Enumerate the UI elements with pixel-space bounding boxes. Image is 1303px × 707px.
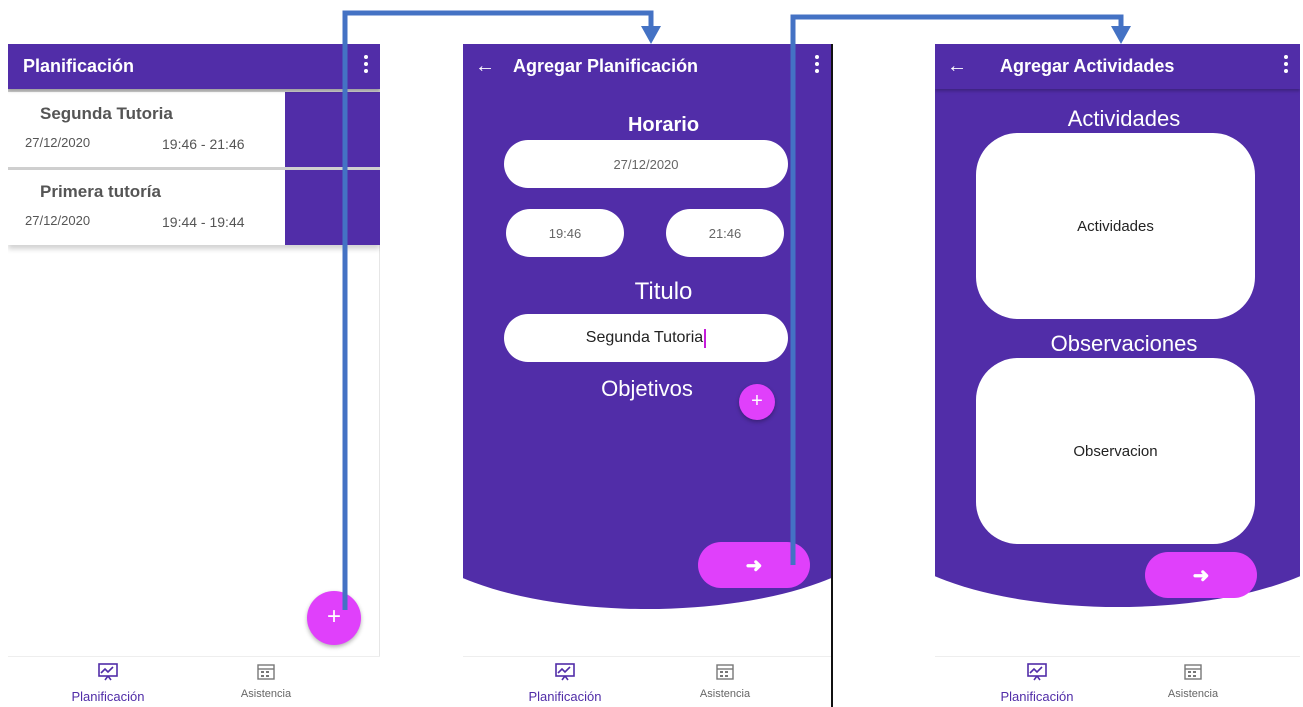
arrow-left-icon[interactable]: ←	[463, 55, 507, 78]
next-button[interactable]: ➜	[698, 542, 810, 588]
app-bar: ← Agregar Actividades	[935, 44, 1300, 89]
add-planificacion-button[interactable]: +	[307, 591, 361, 645]
list-item-date: 27/12/2020	[25, 213, 91, 228]
list-item-date: 27/12/2020	[25, 135, 91, 150]
date-field[interactable]: 27/12/2020	[504, 140, 788, 188]
next-button[interactable]: ➜	[1145, 552, 1257, 598]
list-item-accent	[285, 92, 380, 167]
connector-arrowhead-1	[641, 26, 661, 44]
nav-label: Asistencia	[699, 688, 751, 700]
nav-label: Asistencia	[240, 688, 292, 700]
screen-agregar-planificacion: ← Agregar Planificación Horario 27/12/20…	[463, 44, 833, 707]
start-time-field[interactable]: 19:46	[506, 209, 624, 257]
list-item-time: 19:44 - 19:44	[162, 214, 245, 230]
list-item[interactable]: Segunda Tutoria 27/12/2020 19:46 - 21:46	[8, 92, 380, 167]
app-bar-title: Agregar Planificación	[513, 56, 699, 76]
nav-label: Planificación	[528, 689, 602, 704]
list-item-time: 19:46 - 21:46	[162, 136, 245, 152]
bottom-navigation: Planificación Asistencia	[935, 656, 1300, 707]
calendar-grid-icon	[1184, 664, 1202, 680]
nav-item-asistencia[interactable]: Asistencia	[1133, 663, 1253, 700]
app-bar: ← Agregar Planificación	[463, 44, 831, 89]
arrow-left-icon[interactable]: ←	[935, 55, 979, 78]
screen-agregar-actividades: ← Agregar Actividades Actividades Activi…	[935, 44, 1300, 707]
actividades-label: Actividades	[1067, 106, 1181, 131]
chart-presentation-icon	[98, 663, 118, 681]
add-objetivo-button[interactable]: +	[739, 384, 775, 420]
end-time-field[interactable]: 21:46	[666, 209, 784, 257]
more-vert-icon[interactable]	[815, 55, 819, 76]
nav-label: Planificación	[71, 689, 145, 704]
text-cursor	[704, 328, 707, 348]
nav-item-planificacion[interactable]: Planificación	[977, 663, 1097, 704]
calendar-grid-icon	[257, 664, 275, 680]
horario-label: Horario	[627, 114, 700, 136]
bottom-navigation: Planificación Asistencia	[8, 656, 380, 707]
app-bar: Planificación	[8, 44, 380, 89]
more-vert-icon[interactable]	[364, 55, 368, 76]
titulo-label: Titulo	[634, 278, 693, 305]
nav-item-planificacion[interactable]: Planificación	[48, 663, 168, 704]
observaciones-label: Observaciones	[1050, 331, 1198, 356]
nav-item-planificacion[interactable]: Planificación	[505, 663, 625, 704]
nav-label: Asistencia	[1167, 688, 1219, 700]
calendar-grid-icon	[716, 664, 734, 680]
observaciones-input[interactable]: Observacion	[976, 358, 1255, 544]
chart-presentation-icon	[555, 663, 575, 681]
screen-planificacion-list: Planificación Segunda Tutoria 27/12/2020…	[8, 44, 380, 707]
actividades-input[interactable]: Actividades	[976, 133, 1255, 319]
list-item-title: Primera tutoría	[40, 182, 161, 201]
chart-presentation-icon	[1027, 663, 1047, 681]
connector-arrowhead-2	[1111, 26, 1131, 44]
app-bar-title: Agregar Actividades	[1000, 56, 1175, 76]
titulo-input-value: Segunda Tutoria	[585, 329, 704, 346]
list-item[interactable]: Primera tutoría 27/12/2020 19:44 - 19:44	[8, 170, 380, 245]
more-vert-icon[interactable]	[1284, 55, 1288, 76]
list-item-accent	[285, 170, 380, 245]
bottom-navigation: Planificación Asistencia	[463, 656, 831, 707]
nav-item-asistencia[interactable]: Asistencia	[206, 663, 326, 700]
titulo-input[interactable]: Segunda Tutoria	[504, 314, 788, 362]
nav-label: Planificación	[1000, 689, 1074, 704]
app-bar-title: Planificación	[23, 56, 135, 76]
objetivos-label: Objetivos	[601, 376, 693, 401]
list-item-title: Segunda Tutoria	[40, 104, 173, 123]
nav-item-asistencia[interactable]: Asistencia	[665, 663, 785, 700]
